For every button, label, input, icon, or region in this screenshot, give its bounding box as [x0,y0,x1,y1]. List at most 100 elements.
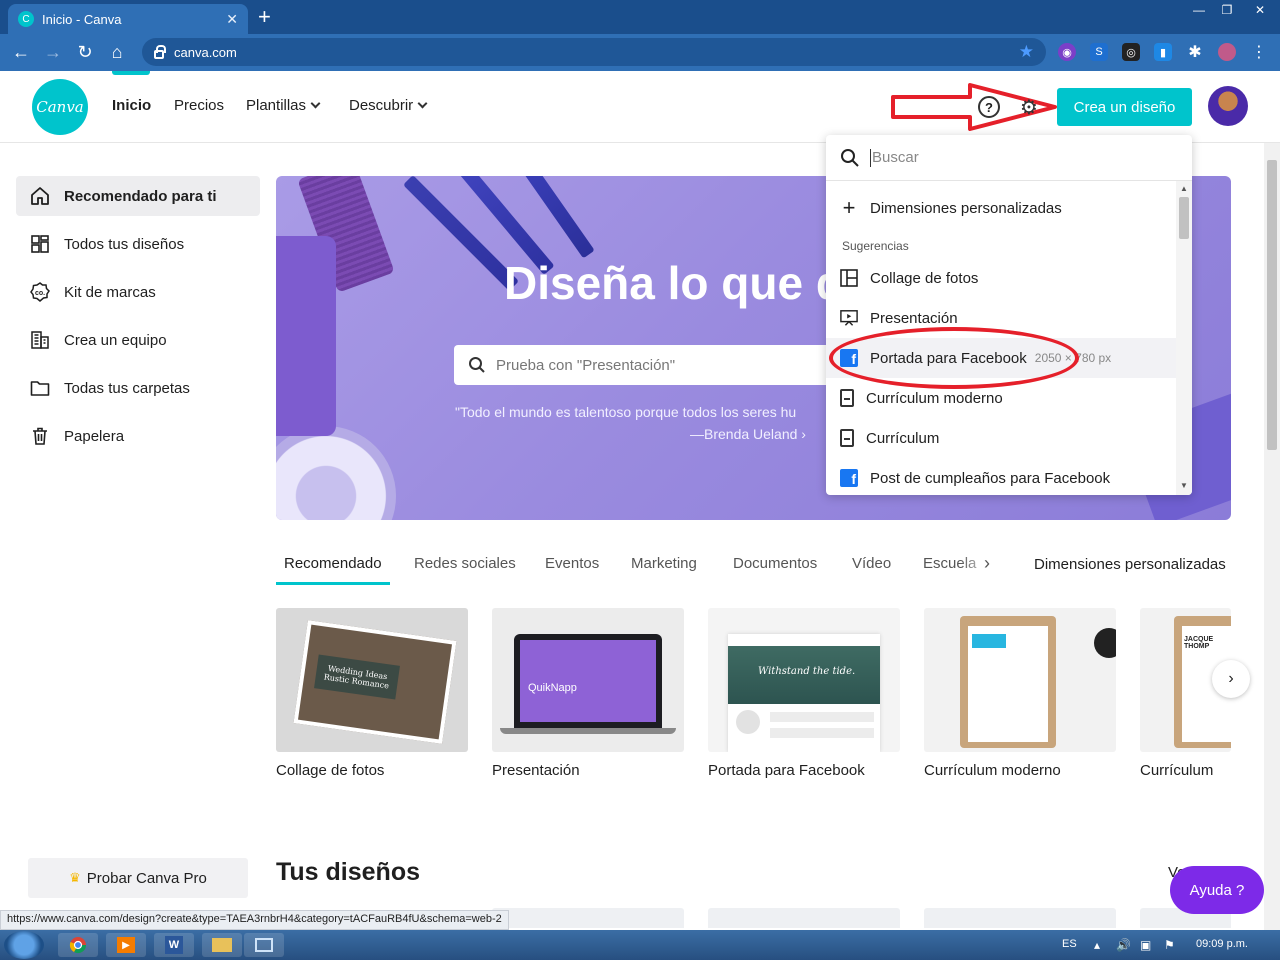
dropdown-item-curriculum-moderno[interactable]: Currículum moderno [826,378,1176,418]
canva-header: Canva Inicio Precios Plantillas Descubri… [0,71,1280,143]
window-app-icon[interactable] [244,933,284,957]
template-card-curriculum-moderno[interactable] [924,608,1116,752]
sidebar-item-carpetas[interactable]: Todas tus carpetas [16,368,260,408]
tab-marketing[interactable]: Marketing [631,555,697,572]
help-button[interactable]: Ayuda ? [1170,866,1264,914]
chrome-app-icon[interactable] [58,933,98,957]
close-window-button[interactable]: ✕ [1240,0,1280,20]
hero-quote-author[interactable]: —Brenda Ueland › [690,426,806,442]
file-explorer-icon[interactable] [202,933,242,957]
maximize-window-button[interactable]: ❐ [1212,0,1242,20]
back-arrow-icon[interactable]: ← [8,39,34,65]
canva-logo[interactable]: Canva [32,79,88,135]
tray-arrow-icon[interactable]: ▴ [1094,938,1100,952]
page-scroll-thumb[interactable] [1267,160,1277,450]
tab-eventos[interactable]: Eventos [545,555,599,572]
address-bar[interactable]: canva.com ★ [142,38,1046,66]
browser-menu-icon[interactable]: ⋮ [1250,43,1268,61]
scroll-up-icon[interactable]: ▲ [1180,184,1188,193]
nav-plantillas[interactable]: Plantillas [246,97,321,114]
template-card-collage[interactable]: Wedding Ideas Rustic Romance [276,608,468,752]
reload-icon[interactable]: ↻ [72,39,98,65]
forward-arrow-icon[interactable]: → [40,39,66,65]
sidebar-item-label: Todas tus carpetas [64,379,190,397]
scroll-down-icon[interactable]: ▼ [1180,481,1188,490]
new-tab-button[interactable]: + [258,6,271,28]
bookmark-star-icon[interactable]: ★ [1019,42,1034,62]
close-tab-icon[interactable]: ✕ [226,11,238,28]
action-center-icon[interactable]: ⚑ [1164,938,1175,952]
sidebar-item-label: Recomendado para ti [64,187,217,205]
nav-precios[interactable]: Precios [174,97,224,114]
user-avatar[interactable] [1208,86,1248,126]
dropdown-item-presentacion[interactable]: Presentación [826,298,1176,338]
tab-redes-sociales[interactable]: Redes sociales [414,555,516,572]
media-player-icon[interactable]: ▶ [106,933,146,957]
sidebar-item-todos-disenos[interactable]: Todos tus diseños [16,224,260,264]
nav-descubrir[interactable]: Descubrir [349,97,428,114]
template-label[interactable]: Portada para Facebook [708,762,865,779]
minimize-window-button[interactable]: — [1184,0,1214,20]
sidebar-item-recomendado[interactable]: Recomendado para ti [16,176,260,216]
browser-tab-strip: C Inicio - Canva ✕ + — ❐ ✕ [0,0,1280,34]
template-label[interactable]: Collage de fotos [276,762,384,779]
extension-owl-icon[interactable]: ◎ [1122,43,1140,61]
carousel-next-button[interactable]: › [1212,660,1250,698]
nav-descubrir-label: Descubrir [349,97,414,114]
dropdown-item-dimensions: 2050 × 780 px [1034,351,1112,365]
extension-icon[interactable]: ◉ [1058,43,1076,61]
sidebar-item-crea-equipo[interactable]: Crea un equipo [16,320,260,360]
template-label[interactable]: Currículum moderno [924,762,1061,779]
design-thumbnail[interactable] [924,908,1116,928]
language-indicator[interactable]: ES [1062,938,1077,950]
hero-search-input[interactable]: Prueba con "Presentación" [454,345,834,385]
network-icon[interactable]: ▣ [1140,938,1151,952]
search-icon [469,357,485,373]
profile-avatar-icon[interactable] [1218,43,1236,61]
dropdown-search-input[interactable]: Buscar [826,135,1192,181]
tab-documentos[interactable]: Documentos [733,555,817,572]
template-card-portada-facebook[interactable]: Withstand the tide. [708,608,900,752]
try-canva-pro-button[interactable]: ♛ Probar Canva Pro [28,858,248,898]
volume-icon[interactable]: 🔊 [1116,938,1131,952]
chevron-right-icon[interactable]: › [984,553,990,574]
clock-time[interactable]: 09:09 p.m. [1196,938,1248,950]
design-thumbnail[interactable] [708,908,900,928]
extension-shield-icon[interactable]: S [1090,43,1108,61]
dropdown-item-portada-facebook[interactable]: f Portada para Facebook 2050 × 780 px [826,338,1176,378]
text-placeholder [770,712,874,722]
dropdown-custom-label: Dimensiones personalizadas [870,199,1062,217]
tab-recomendado[interactable]: Recomendado [284,555,382,572]
extension-bookmark-icon[interactable]: ▮ [1154,43,1172,61]
coffee-cup-decoration [1094,628,1116,658]
browser-tab[interactable]: C Inicio - Canva ✕ [8,4,248,34]
dropdown-item-post-cumpleanos[interactable]: f Post de cumpleaños para Facebook [826,458,1176,495]
home-button-icon[interactable]: ⌂ [104,39,130,65]
extensions-puzzle-icon[interactable]: ✱ [1186,43,1204,61]
dropdown-scroll-thumb[interactable] [1179,197,1189,239]
dropdown-item-collage[interactable]: Collage de fotos [826,258,1176,298]
create-design-button[interactable]: Crea un diseño [1057,88,1192,126]
sidebar: Recomendado para ti Todos tus diseños co… [16,176,260,464]
nav-inicio[interactable]: Inicio [112,97,151,114]
browser-toolbar: ← → ↻ ⌂ canva.com ★ ◉ S ◎ ▮ ✱ ⋮ [0,34,1280,71]
tab-dimensiones-personalizadas[interactable]: Dimensiones personalizadas [1034,556,1226,573]
gear-icon[interactable]: ⚙ [1018,96,1040,119]
dropdown-section-label: Sugerencias [842,239,909,253]
active-tab-underline [276,582,390,585]
tab-title: Inicio - Canva [42,11,122,27]
template-label[interactable]: Presentación [492,762,580,779]
template-label[interactable]: Currículum [1140,762,1213,779]
tab-video[interactable]: Vídeo [852,555,891,572]
windows-start-icon[interactable] [4,931,44,959]
lock-icon [154,44,166,59]
template-card-presentacion[interactable]: QuikNapp [492,608,684,752]
dropdown-custom-dimensions[interactable]: + Dimensiones personalizadas [826,188,1176,228]
sidebar-item-papelera[interactable]: Papelera [16,416,260,456]
dropdown-item-curriculum[interactable]: Currículum [826,418,1176,458]
help-icon[interactable]: ? [978,96,1000,118]
word-app-icon[interactable]: W [154,933,194,957]
presentation-icon [840,309,858,327]
design-thumbnail[interactable] [492,908,684,928]
sidebar-item-kit-marcas[interactable]: co. Kit de marcas [16,272,260,312]
